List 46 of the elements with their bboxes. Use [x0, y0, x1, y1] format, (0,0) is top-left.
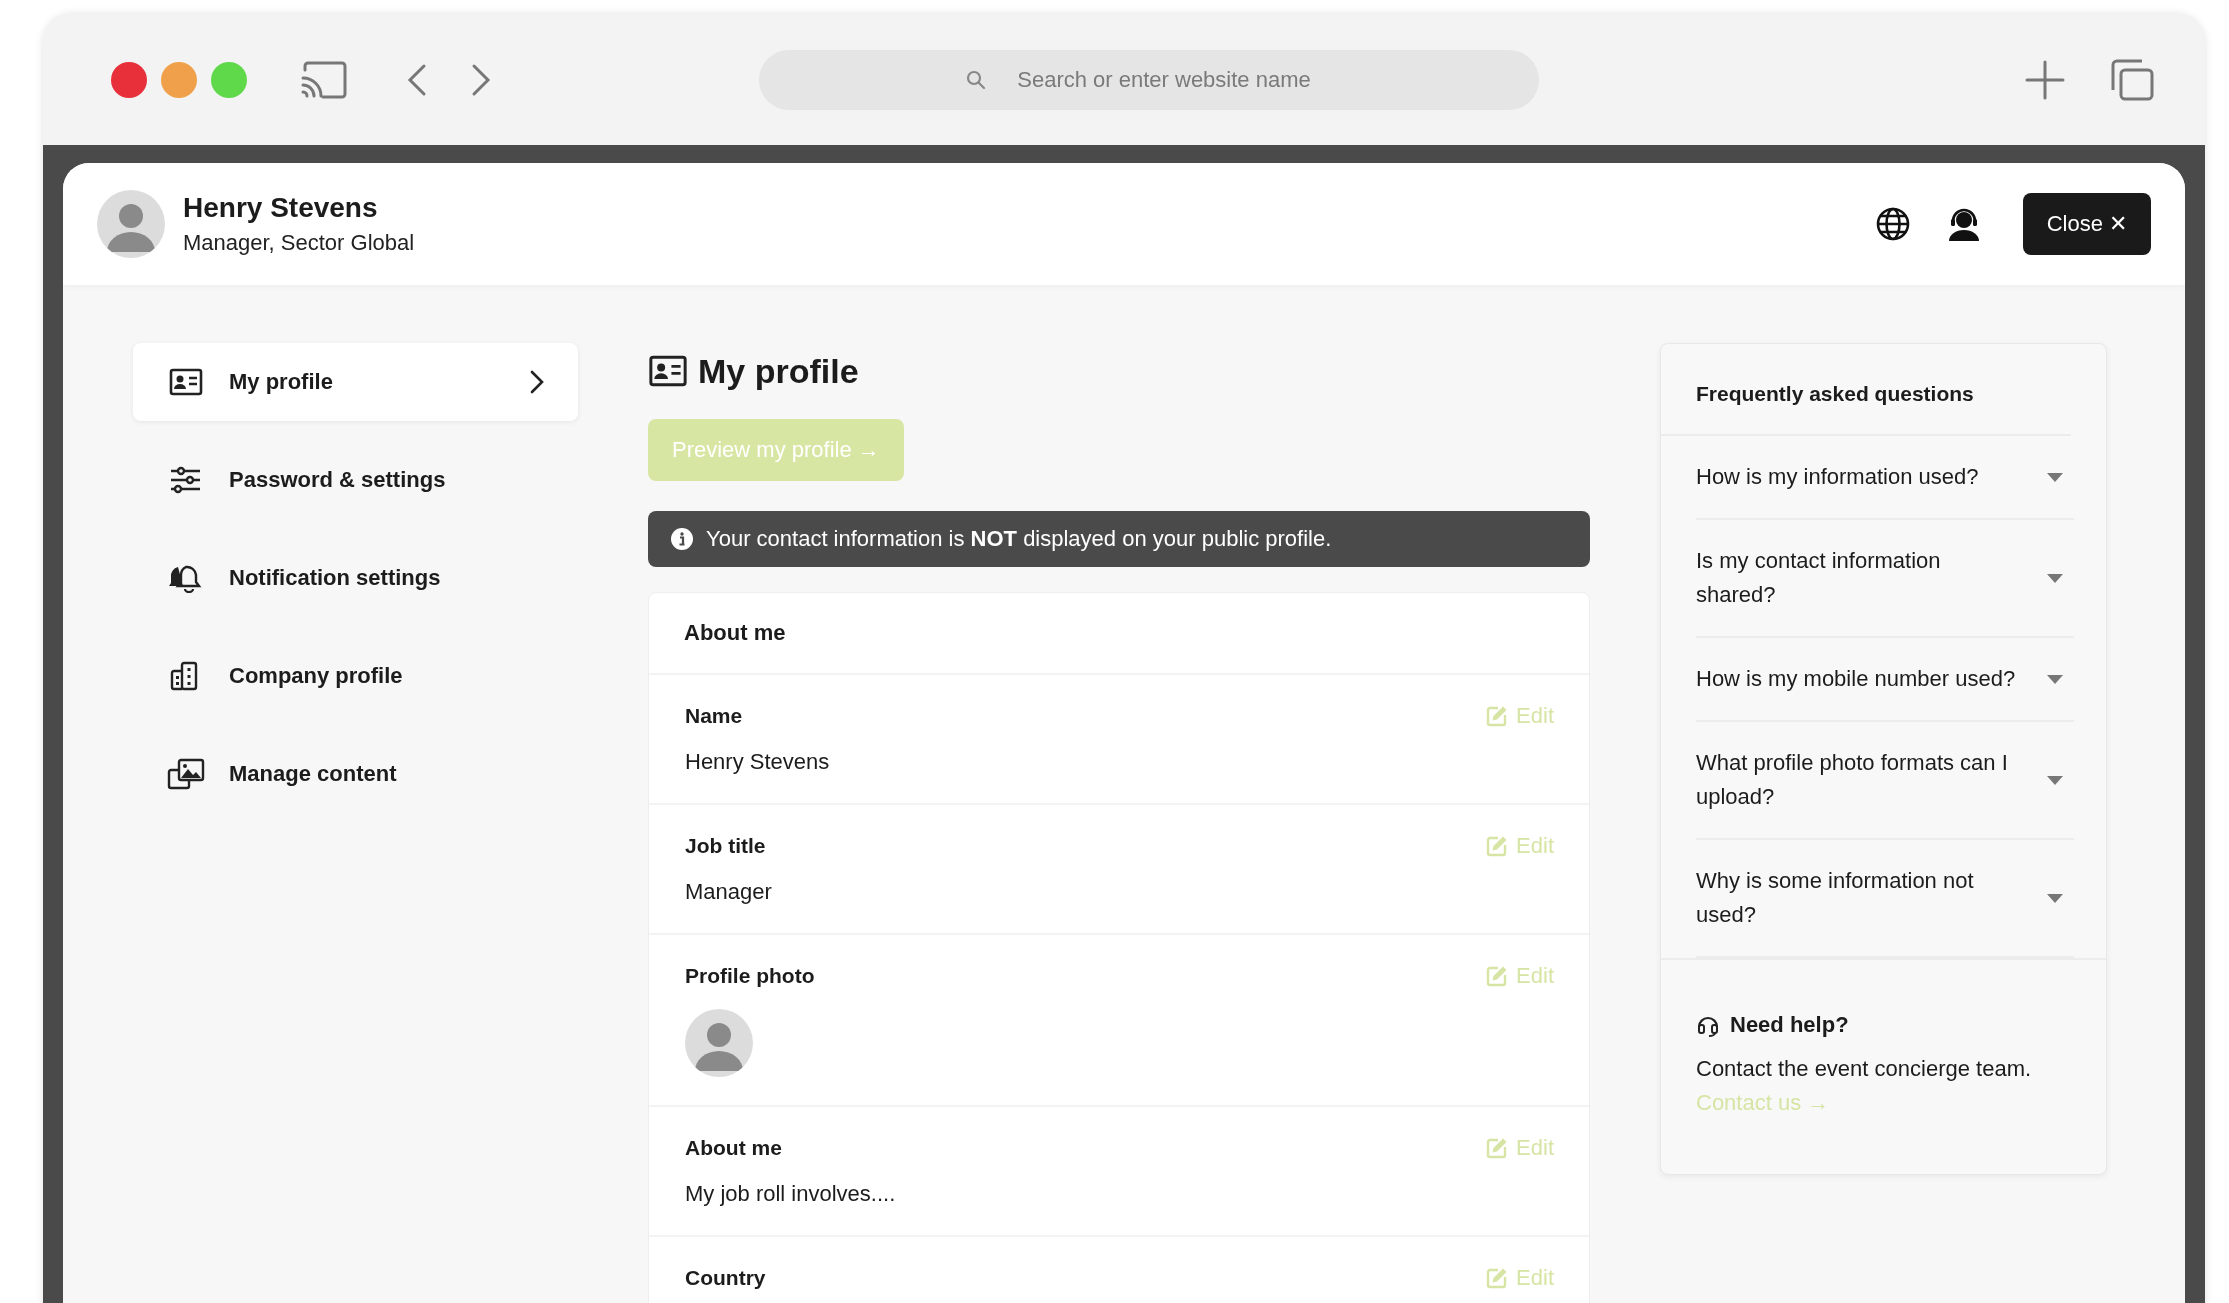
- search-icon: [966, 69, 986, 90]
- sidebar-item[interactable]: Password & settings: [133, 441, 578, 519]
- new-tab-icon[interactable]: [2025, 59, 2065, 100]
- id-card-icon: [648, 355, 688, 387]
- sidebar-item[interactable]: My profile: [133, 343, 578, 421]
- sidebar-item[interactable]: Manage content: [133, 735, 578, 813]
- tabs-icon[interactable]: [2109, 57, 2155, 102]
- image-gallery-icon: [167, 758, 205, 790]
- notice-text: Your contact information is NOT displayed on your public profile.: [706, 526, 1332, 552]
- chevron-right-icon: [530, 370, 544, 394]
- field-label: Profile photo: [685, 964, 815, 988]
- field-label: Country: [685, 1266, 766, 1290]
- forward-icon[interactable]: [471, 62, 491, 97]
- pencil-edit-icon: [1486, 835, 1509, 857]
- help-text: Contact the event concierge team.: [1696, 1056, 2033, 1082]
- field-label: Name: [685, 704, 743, 728]
- card-title: About me: [649, 593, 1589, 675]
- user-role: Manager, Sector Global: [183, 230, 415, 256]
- field-value: Manager: [685, 879, 773, 905]
- field-value: My job roll involves....: [685, 1181, 897, 1207]
- faq-item[interactable]: Why is some information not used?: [1696, 840, 2074, 958]
- support-agent-icon[interactable]: [1946, 206, 1981, 242]
- faq-item[interactable]: How is my information used?: [1696, 436, 2074, 520]
- globe-icon[interactable]: [1874, 206, 1911, 242]
- field-label: Job title: [685, 834, 766, 858]
- close-window-button[interactable]: [111, 61, 147, 98]
- info-icon: [670, 527, 694, 551]
- field-value: Henry Stevens: [685, 749, 831, 775]
- faq-title: Frequently asked questions: [1661, 344, 2071, 436]
- address-field[interactable]: Search or enter website name: [759, 49, 1539, 110]
- faq-item[interactable]: What profile photo formats can I upload?: [1696, 722, 2074, 840]
- pencil-edit-icon: [1486, 705, 1509, 727]
- pencil-edit-icon: [1486, 965, 1509, 987]
- user-name: Henry Stevens: [183, 192, 379, 224]
- id-card-icon: [167, 368, 205, 396]
- pencil-edit-icon: [1486, 1267, 1509, 1289]
- pencil-edit-icon: [1486, 1137, 1509, 1159]
- field-label: About me: [685, 1136, 782, 1160]
- help-title: Need help?: [1730, 1012, 1849, 1038]
- page-title: My profile: [698, 351, 859, 391]
- close-button[interactable]: Close ✕: [2022, 193, 2151, 255]
- faq-item[interactable]: Is my contact information shared?: [1696, 520, 2074, 638]
- faq-item[interactable]: How is my mobile number used?: [1696, 638, 2074, 722]
- back-icon[interactable]: [407, 62, 427, 97]
- sidebar-item[interactable]: Notification settings: [133, 539, 578, 617]
- sidebar-item[interactable]: Company profile: [133, 637, 578, 715]
